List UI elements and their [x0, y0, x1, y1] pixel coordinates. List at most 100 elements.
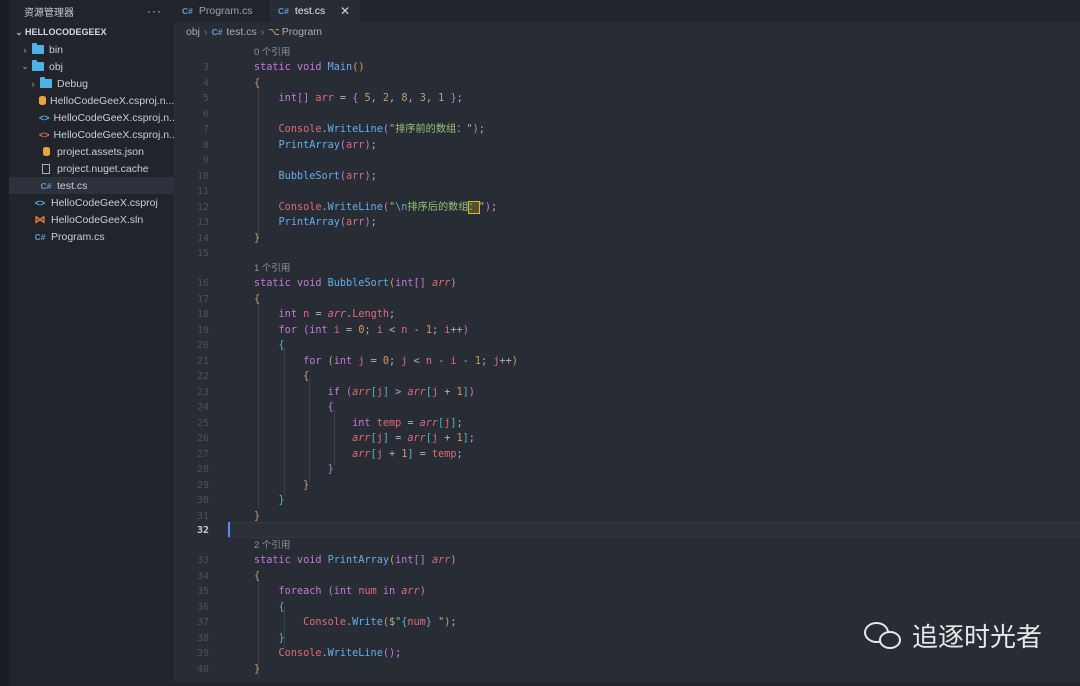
code-line: 15	[174, 246, 1080, 262]
tree-item-label: HelloCodeGeeX.sln	[51, 213, 144, 226]
breadcrumb-file[interactable]: test.cs	[226, 26, 256, 38]
line-number: 8	[202, 139, 209, 151]
status-bar	[174, 682, 1080, 686]
code-text: static void PrintArray(int[] arr)	[254, 555, 457, 566]
code-text: Console.WriteLine("\n排序后的数组：");	[278, 200, 498, 214]
code-text: Console.Write($"{num} ");	[303, 617, 457, 628]
line-number: 20	[196, 340, 209, 351]
tree-item-program-cs[interactable]: C# Program.cs	[9, 228, 174, 245]
code-line: 16 static void BubbleSort(int[] arr)	[174, 276, 1080, 292]
codelens-references[interactable]: 2 个引用	[254, 538, 290, 554]
tree-item-label: test.cs	[57, 179, 88, 192]
code-text: BubbleSort(arr);	[278, 170, 377, 182]
tree-item-nuget-targets[interactable]: <> HelloCodeGeeX.csproj.n...	[9, 126, 174, 143]
line-number: 35	[196, 586, 209, 597]
line-number: 33	[196, 555, 209, 566]
code-line: 9	[174, 153, 1080, 169]
code-text: {	[254, 293, 261, 305]
csharp-icon: C#	[182, 6, 193, 16]
csharp-icon: C#	[278, 6, 289, 16]
code-line: 11	[174, 184, 1080, 200]
breadcrumb-symbol[interactable]: Program	[282, 26, 322, 38]
code-text: }	[254, 232, 261, 244]
code-text: }	[327, 464, 334, 475]
tree-item-label: HelloCodeGeeX.csproj	[51, 196, 158, 209]
tree-item-nuget-props[interactable]: <> HelloCodeGeeX.csproj.n...	[9, 109, 174, 126]
code-text: int n = arr.Length;	[278, 309, 396, 320]
line-number: 10	[196, 170, 209, 182]
code-line: 26 arr[j] = arr[j + 1];	[174, 431, 1080, 447]
line-number: 34	[196, 570, 209, 582]
visualstudio-icon: ⋈	[34, 214, 46, 226]
wechat-watermark: 追逐时光者	[864, 617, 1042, 654]
line-number: 19	[196, 324, 209, 336]
line-number: 7	[202, 124, 209, 135]
line-number: 38	[196, 632, 209, 644]
database-icon	[39, 147, 53, 156]
codelens-references[interactable]: 1 个引用	[254, 261, 290, 277]
tree-item-test-cs[interactable]: C# test.cs	[9, 177, 174, 194]
code-line: 7 Console.WriteLine("排序前的数组：");	[174, 122, 1080, 138]
workspace-root[interactable]: ⌄ HELLOCODEGEEX	[9, 23, 174, 41]
tree-item-nuget-cache[interactable]: project.nuget.cache	[9, 160, 174, 177]
code-line: 36 {	[174, 600, 1080, 616]
code-line: 13 PrintArray(arr);	[174, 215, 1080, 231]
tab-test-cs[interactable]: C# test.cs ✕	[270, 0, 360, 22]
class-icon: ⌥	[268, 26, 280, 38]
code-line: 27 arr[j + 1] = temp;	[174, 447, 1080, 463]
code-text: Console.WriteLine();	[278, 648, 402, 659]
code-line: 34 {	[174, 569, 1080, 585]
code-text: static void BubbleSort(int[] arr)	[254, 278, 457, 289]
code-text: int temp = arr[j];	[352, 417, 463, 429]
line-number: 17	[196, 293, 209, 305]
tree-item-csproj[interactable]: <> HelloCodeGeeX.csproj	[9, 194, 174, 211]
chevron-right-icon: ›	[23, 44, 27, 55]
tree-item-project-assets[interactable]: project.assets.json	[9, 143, 174, 160]
tab-program-cs[interactable]: C# Program.cs	[174, 0, 270, 22]
file-icon	[39, 163, 53, 174]
code-text: Console.WriteLine("排序前的数组：");	[278, 124, 485, 135]
code-text: {	[278, 340, 285, 351]
line-number: 37	[196, 617, 209, 628]
code-line: 18 int n = arr.Length;	[174, 307, 1080, 323]
tree-item-obj[interactable]: ⌄ obj	[9, 58, 174, 75]
line-number: 40	[196, 663, 209, 675]
breadcrumb-folder[interactable]: obj	[186, 26, 200, 38]
code-editor[interactable]: 0 个引用 1 个引用 2 个引用 3 static void Main() 4{…	[174, 42, 1080, 686]
line-number: 28	[196, 464, 209, 475]
tree-item-label: HelloCodeGeeX.csproj.n...	[53, 111, 174, 124]
tree-item-sln[interactable]: ⋈ HelloCodeGeeX.sln	[9, 211, 174, 228]
tree-item-debug[interactable]: › Debug	[9, 75, 174, 92]
close-icon[interactable]: ✕	[340, 4, 350, 18]
code-line: 5 int[] arr = { 5, 2, 8, 3, 1 };	[174, 91, 1080, 107]
line-number: 22	[196, 371, 209, 382]
code-text: int[] arr = { 5, 2, 8, 3, 1 };	[278, 93, 463, 104]
line-number: 18	[196, 309, 209, 320]
code-text: }	[254, 663, 261, 675]
line-number: 30	[196, 495, 209, 506]
line-number: 25	[196, 417, 209, 429]
codelens-references[interactable]: 0 个引用	[254, 45, 290, 61]
line-number: 6	[202, 108, 209, 120]
code-text: static void Main()	[254, 62, 365, 73]
line-number: 9	[202, 155, 209, 166]
code-line: 8 PrintArray(arr);	[174, 138, 1080, 154]
xml-blue-icon: <>	[39, 112, 50, 123]
wechat-logo-icon	[864, 619, 904, 653]
chevron-down-icon: ⌄	[21, 61, 29, 71]
line-number: 4	[202, 77, 209, 89]
line-number: 27	[196, 448, 209, 460]
tab-label: Program.cs	[198, 5, 253, 17]
more-actions-icon[interactable]: ···	[147, 4, 162, 18]
tree-item-bin[interactable]: › bin	[9, 41, 174, 58]
code-text: foreach (int num in arr)	[278, 586, 426, 597]
tree-item-nuget-dgspec[interactable]: HelloCodeGeeX.csproj.n...	[9, 92, 174, 109]
tree-item-label: bin	[49, 43, 64, 56]
code-line: 24 {	[174, 400, 1080, 416]
explorer-sidebar: 资源管理器 ··· ⌄ HELLOCODEGEEX › bin ⌄ obj › …	[9, 0, 174, 686]
code-text: {	[278, 601, 285, 613]
code-line: 25 int temp = arr[j];	[174, 416, 1080, 432]
code-line: 23 if (arr[j] > arr[j + 1])	[174, 385, 1080, 401]
code-text: {	[327, 402, 334, 413]
breadcrumb-separator: ›	[204, 26, 208, 38]
